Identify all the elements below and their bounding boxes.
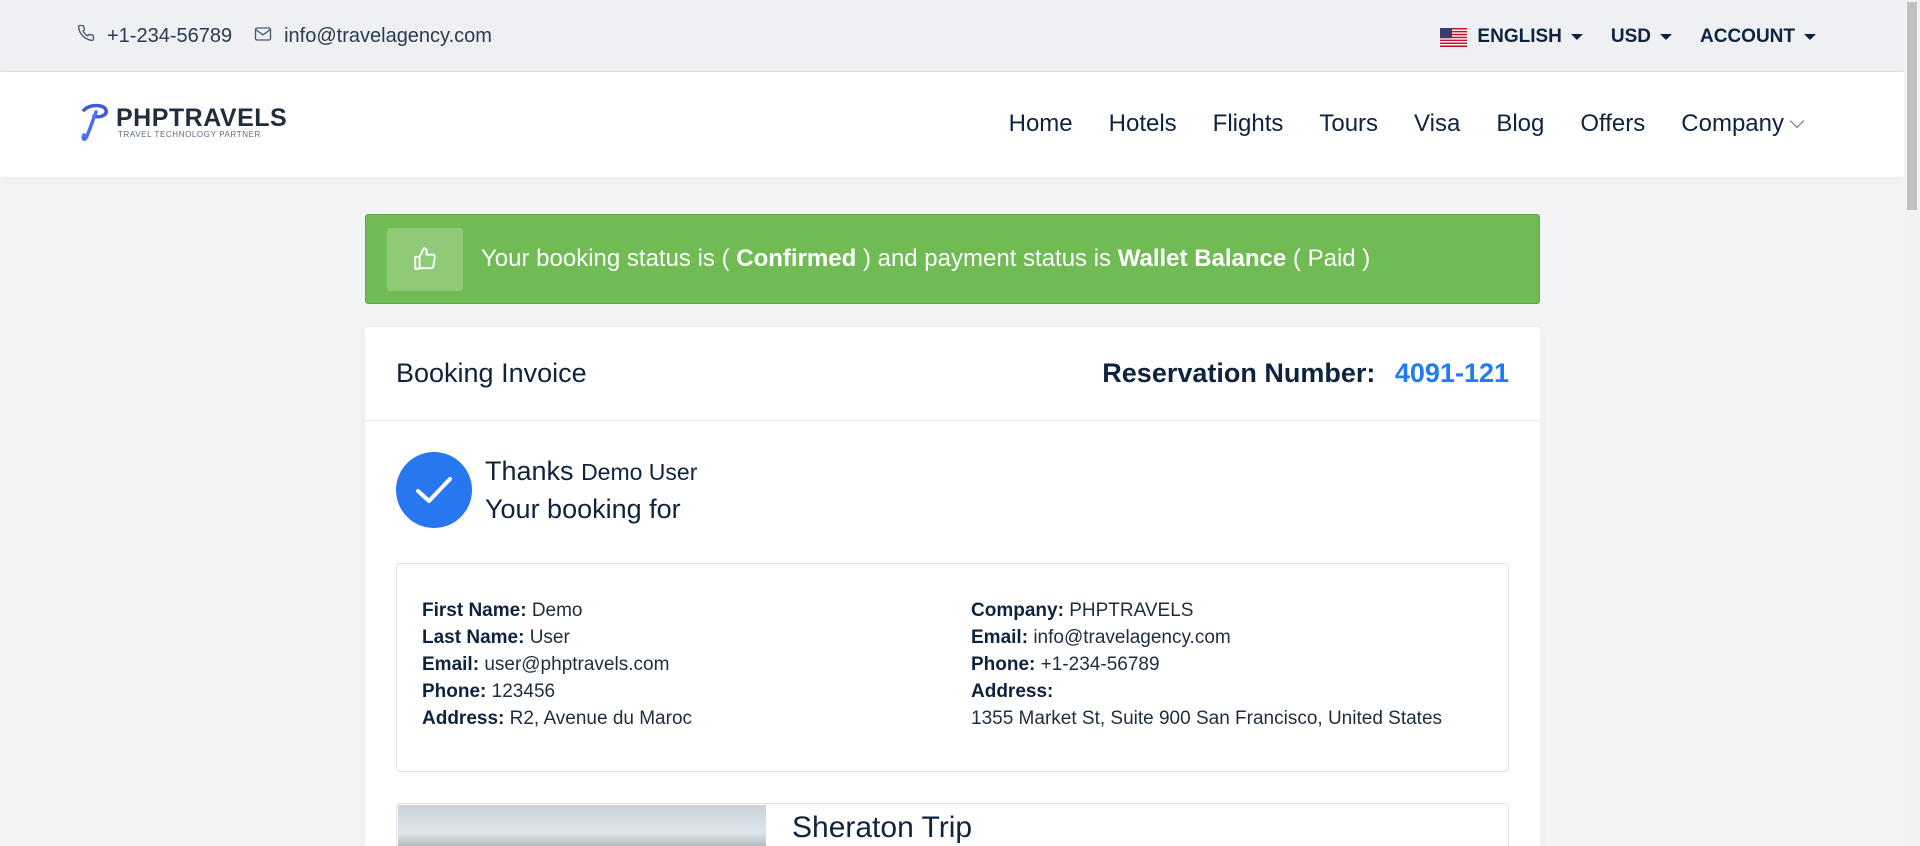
payment-method-value: Wallet Balance bbox=[1117, 245, 1287, 272]
company-phone-value: +1-234-56789 bbox=[1040, 654, 1160, 675]
caret-down-icon bbox=[1660, 34, 1672, 40]
first-name-label: First Name: bbox=[422, 600, 527, 621]
us-flag-icon bbox=[1440, 27, 1468, 47]
contact-info: +1-234-56789 info@travelagency.com bbox=[77, 24, 514, 48]
payment-status-value: ( Paid ) bbox=[1292, 245, 1371, 272]
company-address-label: Address: bbox=[971, 681, 1054, 702]
brand-logo[interactable]: PHPTRAVELS TRAVEL TECHNOLOGY PARTNER bbox=[80, 102, 287, 142]
company-phone-label: Phone: bbox=[971, 654, 1036, 675]
last-name-value: User bbox=[529, 627, 570, 648]
nav-item-blog[interactable]: Blog bbox=[1496, 110, 1544, 138]
customer-email-value: user@phptravels.com bbox=[484, 654, 670, 675]
first-name-value: Demo bbox=[531, 600, 583, 621]
status-prefix: Your booking status is ( bbox=[481, 245, 730, 272]
reservation-number-value: 4091-121 bbox=[1394, 358, 1509, 388]
booking-status-value: Confirmed bbox=[736, 245, 857, 272]
nav-item-tours[interactable]: Tours bbox=[1319, 110, 1378, 138]
check-circle-icon bbox=[396, 452, 472, 528]
email-text: info@travelagency.com bbox=[284, 24, 492, 47]
company-address-value: 1355 Market St, Suite 900 San Francisco,… bbox=[971, 708, 1443, 729]
nav-item-hotels[interactable]: Hotels bbox=[1109, 110, 1177, 138]
mail-icon bbox=[254, 25, 284, 48]
account-label: ACCOUNT bbox=[1700, 26, 1795, 47]
nav-item-flights[interactable]: Flights bbox=[1213, 110, 1284, 138]
reservation-number: Reservation Number: 4091-121 bbox=[1102, 358, 1509, 389]
user-name: Demo User bbox=[581, 458, 698, 485]
caret-down-icon bbox=[1804, 34, 1816, 40]
main-navbar: PHPTRAVELS TRAVEL TECHNOLOGY PARTNER Hom… bbox=[0, 72, 1904, 177]
company-email-label: Email: bbox=[971, 627, 1029, 648]
company-value: PHPTRAVELS bbox=[1069, 600, 1194, 621]
thanks-label: Thanks bbox=[485, 455, 574, 486]
thumbs-up-icon bbox=[387, 227, 463, 291]
invoice-header: Booking Invoice Reservation Number: 4091… bbox=[365, 327, 1540, 421]
customer-address-label: Address: bbox=[422, 708, 505, 729]
trip-title: Sheraton Trip bbox=[792, 811, 973, 844]
trip-image bbox=[398, 805, 766, 846]
customer-phone-value: 123456 bbox=[491, 681, 556, 702]
status-message: Your booking status is ( Confirmed ) and… bbox=[481, 245, 1370, 273]
company-info: Company: PHPTRAVELS Email: info@travelag… bbox=[971, 597, 1442, 732]
customer-details-box: First Name: Demo Last Name: User Email: … bbox=[396, 563, 1509, 772]
brand-name: PHPTRAVELS bbox=[116, 103, 288, 132]
nav-item-company-label: Company bbox=[1681, 110, 1784, 137]
page-scrollbar[interactable] bbox=[1904, 0, 1920, 846]
logo-mark-icon bbox=[81, 103, 108, 141]
currency-dropdown[interactable]: USD bbox=[1611, 26, 1672, 48]
invoice-title: Booking Invoice bbox=[396, 358, 587, 388]
language-dropdown[interactable]: ENGLISH bbox=[1440, 26, 1583, 48]
nav-item-company[interactable]: Company bbox=[1681, 110, 1805, 138]
booking-status-alert: Your booking status is ( Confirmed ) and… bbox=[365, 214, 1540, 304]
phone-icon bbox=[77, 24, 107, 48]
company-label: Company: bbox=[971, 600, 1064, 621]
thanks-block: Thanks Demo User Your booking for bbox=[396, 452, 697, 528]
chevron-down-icon bbox=[1789, 113, 1805, 129]
nav-menu: Home Hotels Flights Tours Visa Blog Offe… bbox=[973, 110, 1805, 138]
scrollbar-thumb[interactable] bbox=[1907, 2, 1917, 210]
company-email-value: info@travelagency.com bbox=[1033, 627, 1231, 648]
email-contact[interactable]: info@travelagency.com bbox=[254, 25, 492, 48]
nav-item-home[interactable]: Home bbox=[1009, 110, 1073, 138]
language-label: ENGLISH bbox=[1477, 26, 1562, 47]
phone-text: +1-234-56789 bbox=[107, 24, 233, 47]
account-dropdown[interactable]: ACCOUNT bbox=[1700, 26, 1816, 48]
status-middle: ) and payment status is bbox=[862, 245, 1112, 272]
nav-item-visa[interactable]: Visa bbox=[1414, 110, 1460, 138]
customer-email-label: Email: bbox=[422, 654, 480, 675]
customer-address-value: R2, Avenue du Maroc bbox=[509, 708, 693, 729]
caret-down-icon bbox=[1570, 34, 1583, 40]
trip-summary: Sheraton Trip bbox=[396, 803, 1509, 846]
booking-for-label: Your booking for bbox=[485, 493, 681, 524]
phone-contact[interactable]: +1-234-56789 bbox=[77, 24, 232, 48]
customer-info: First Name: Demo Last Name: User Email: … bbox=[422, 597, 692, 732]
customer-phone-label: Phone: bbox=[422, 681, 487, 702]
last-name-label: Last Name: bbox=[422, 627, 525, 648]
currency-label: USD bbox=[1610, 26, 1651, 47]
top-bar-dropdowns: ENGLISH USD ACCOUNT bbox=[1412, 26, 1816, 48]
nav-item-offers[interactable]: Offers bbox=[1580, 110, 1645, 138]
reservation-label: Reservation Number: bbox=[1102, 358, 1376, 388]
top-bar: +1-234-56789 info@travelagency.com ENGLI… bbox=[0, 0, 1904, 72]
booking-invoice-card: Booking Invoice Reservation Number: 4091… bbox=[365, 327, 1540, 846]
